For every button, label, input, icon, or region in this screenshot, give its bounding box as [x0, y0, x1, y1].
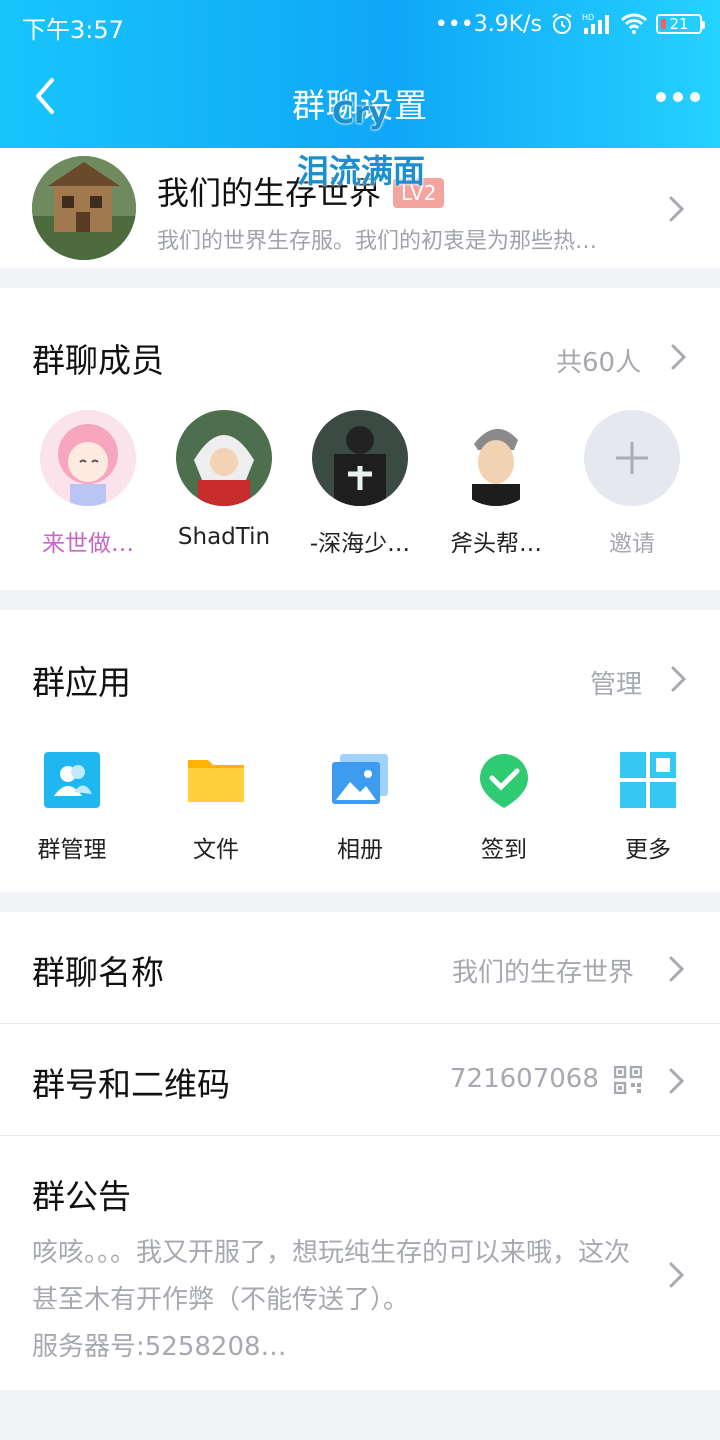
member-avatar: [448, 410, 544, 506]
watermark-text-2: 泪流满面: [297, 152, 426, 190]
app-label: 文件: [193, 837, 239, 863]
members-section: 群聊成员 共60人 来世做… ShadTin -深海少… 斧头帮… 邀请: [0, 288, 720, 590]
chevron-right-icon[interactable]: [670, 342, 688, 372]
apps-title: 群应用: [32, 663, 131, 702]
app-group-manage[interactable]: 群管理: [17, 752, 127, 864]
alarm-icon: [552, 13, 572, 34]
chevron-right-icon: [669, 196, 685, 222]
network-speed: •••3.9K/s: [434, 11, 542, 37]
chevron-right-icon: [669, 956, 685, 982]
member-name: 来世做…: [42, 531, 134, 557]
manage-link[interactable]: 管理: [590, 664, 642, 701]
status-time: 下午3:57: [22, 16, 124, 44]
folder-icon: [188, 760, 244, 802]
invite-label: 邀请: [609, 531, 655, 557]
grid-more-icon: [620, 752, 676, 808]
battery-icon: 21: [656, 14, 705, 34]
chevron-right-icon: [669, 1262, 685, 1288]
group-name-label: 群聊名称: [32, 953, 164, 992]
more-options-icon[interactable]: [656, 92, 700, 102]
app-label: 更多: [625, 837, 671, 863]
member-item[interactable]: 斧头帮…: [436, 410, 556, 558]
member-avatar: [176, 410, 272, 506]
group-name-value: 我们的生存世界: [452, 958, 635, 988]
qr-code-icon: [614, 1066, 642, 1094]
group-notice-label: 群公告: [32, 1177, 131, 1216]
group-manage-icon: [44, 752, 100, 808]
app-album[interactable]: 相册: [305, 752, 415, 864]
album-icon: [332, 754, 388, 804]
member-name: ShadTin: [177, 524, 271, 550]
group-id-label: 群号和二维码: [32, 1065, 230, 1104]
status-right: •••3.9K/s HD 21: [434, 10, 705, 38]
group-name-row[interactable]: 群聊名称 我们的生存世界: [0, 912, 720, 1024]
battery-level: 21: [669, 15, 689, 33]
svg-text:HD: HD: [582, 13, 594, 22]
app-label: 相册: [337, 837, 383, 863]
group-description: 我们的世界生存服。我们的初衷是为那些热…: [157, 229, 598, 254]
app-more[interactable]: 更多: [593, 752, 703, 864]
notice-line: 甚至木有开作弊（不能传送了）。: [32, 1285, 410, 1315]
app-checkin[interactable]: 签到: [449, 752, 559, 864]
chevron-right-icon: [669, 1068, 685, 1094]
watermark-text-1: Cry: [332, 96, 389, 131]
member-count[interactable]: 共60人: [556, 342, 641, 379]
app-label: 群管理: [37, 837, 107, 863]
members-title: 群聊成员: [32, 341, 164, 380]
add-icon: [584, 410, 680, 506]
notice-line: 服务器号:5258208…: [32, 1332, 287, 1362]
member-name: 斧头帮…: [450, 531, 542, 557]
member-item[interactable]: ShadTin: [164, 410, 284, 550]
checkin-icon: [480, 754, 528, 808]
member-name: -深海少…: [309, 531, 411, 557]
chevron-right-icon[interactable]: [670, 664, 688, 694]
group-notice-row[interactable]: 群公告 咳咳。。。我又开服了，想玩纯生存的可以来哦，这次 甚至木有开作弊（不能传…: [0, 1136, 720, 1390]
group-id-row[interactable]: 群号和二维码 721607068: [0, 1024, 720, 1136]
member-avatar: [312, 410, 408, 506]
signal-icon: HD: [582, 13, 609, 34]
group-avatar: [32, 156, 136, 260]
app-label: 签到: [481, 837, 527, 863]
group-info-section: 群聊名称 我们的生存世界 群号和二维码 721607068 群公告 咳咳。。。我…: [0, 912, 720, 1390]
group-notice-text: 咳咳。。。我又开服了，想玩纯生存的可以来哦，这次 甚至木有开作弊（不能传送了）。…: [32, 1230, 672, 1371]
invite-button[interactable]: 邀请: [572, 410, 692, 558]
member-item[interactable]: 来世做…: [28, 410, 148, 558]
wifi-icon: [620, 13, 648, 34]
notice-line: 咳咳。。。我又开服了，想玩纯生存的可以来哦，这次: [32, 1238, 631, 1268]
member-item[interactable]: -深海少…: [300, 410, 420, 558]
member-avatar: [40, 410, 136, 506]
group-id-value: 721607068: [450, 1064, 599, 1094]
status-bar: 下午3:57 •••3.9K/s HD 21: [0, 0, 720, 50]
app-files[interactable]: 文件: [161, 752, 271, 864]
group-apps-section: 群应用 管理 群管理 文件 相册 签到 更多: [0, 610, 720, 892]
